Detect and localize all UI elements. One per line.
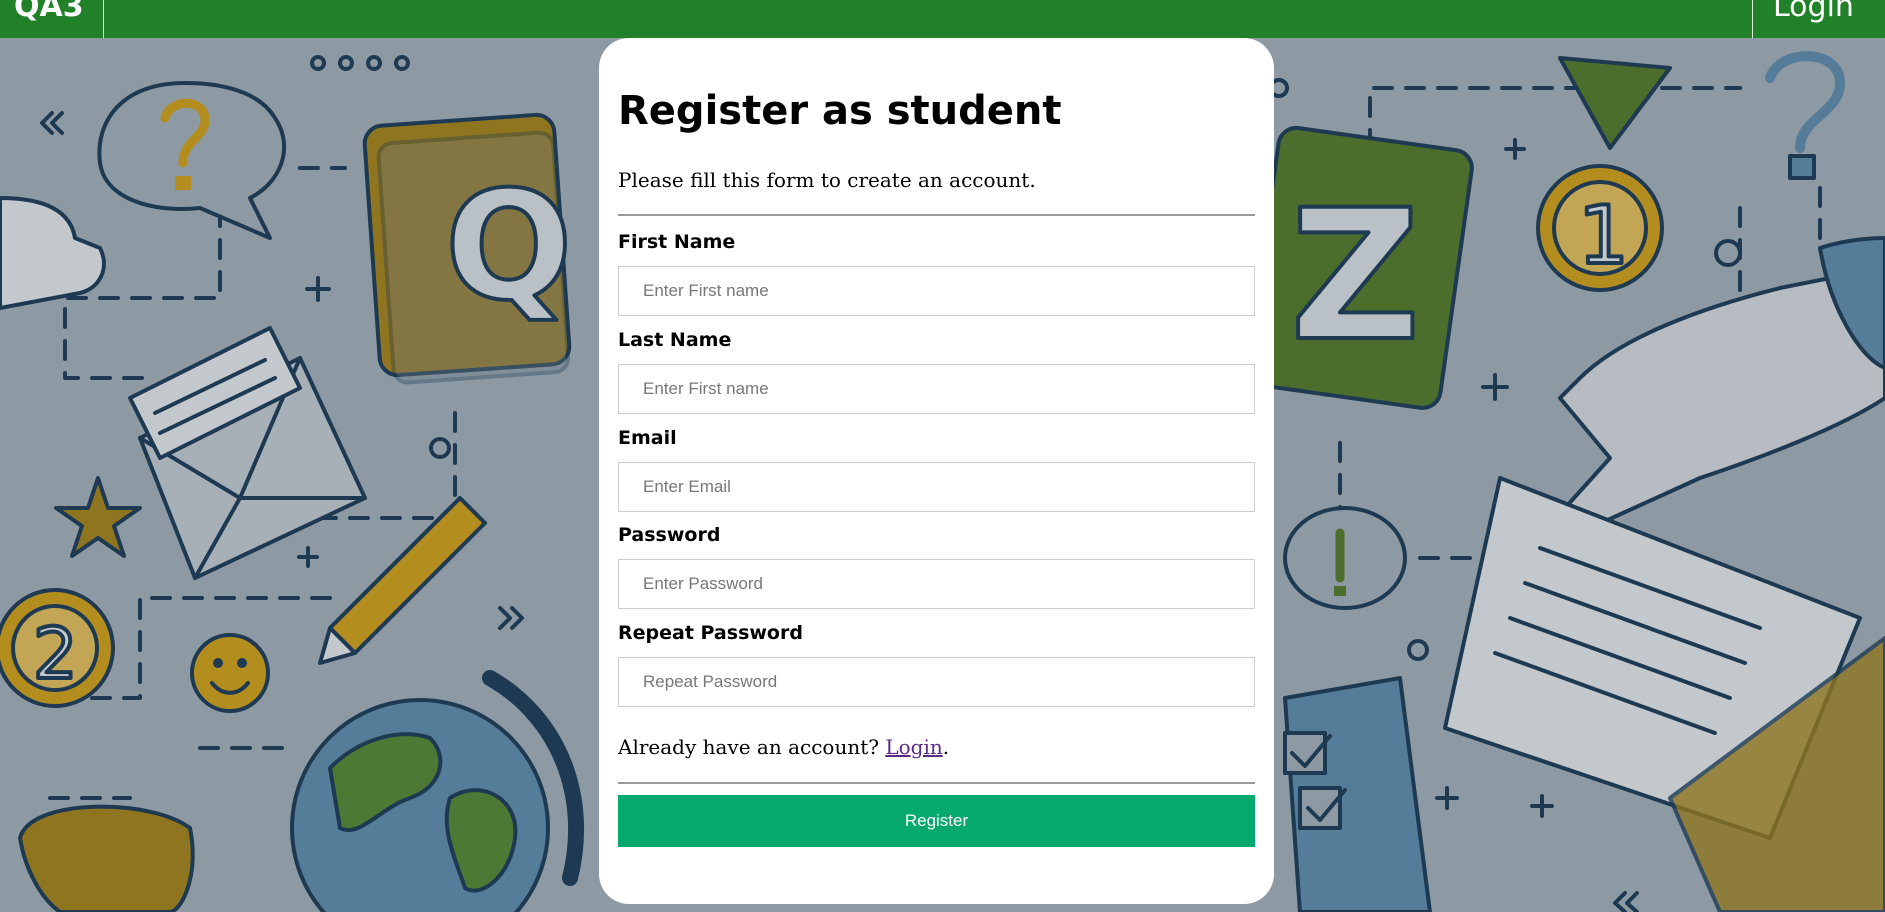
svg-text:Z: Z <box>1290 172 1421 381</box>
login-prompt: Already have an account? Login. <box>618 735 949 759</box>
top-divider <box>618 214 1255 216</box>
repeat-password-label: Repeat Password <box>618 622 803 644</box>
svg-text:2: 2 <box>33 613 78 695</box>
email-input[interactable] <box>618 462 1255 512</box>
login-link[interactable]: Login <box>885 735 942 759</box>
first-name-input[interactable] <box>618 266 1255 316</box>
svg-text:1: 1 <box>1578 189 1629 282</box>
email-label: Email <box>618 427 677 449</box>
nav-login-link[interactable]: Login <box>1752 0 1885 38</box>
register-button[interactable]: Register <box>618 795 1255 847</box>
form-subtitle: Please fill this form to create an accou… <box>618 168 1036 192</box>
last-name-input[interactable] <box>618 364 1255 414</box>
top-navbar: QA3 Login <box>0 0 1885 38</box>
login-prompt-period: . <box>942 735 950 759</box>
registration-card: Register as student Please fill this for… <box>599 38 1274 904</box>
first-name-label: First Name <box>618 231 736 253</box>
page-title: Register as student <box>618 88 1062 134</box>
password-label: Password <box>618 524 721 546</box>
svg-text:Q: Q <box>445 160 573 334</box>
bottom-divider <box>618 782 1255 784</box>
repeat-password-input[interactable] <box>618 657 1255 707</box>
last-name-label: Last Name <box>618 329 732 351</box>
password-input[interactable] <box>618 559 1255 609</box>
login-prompt-text: Already have an account? <box>618 735 879 759</box>
brand-logo[interactable]: QA3 <box>0 0 104 38</box>
